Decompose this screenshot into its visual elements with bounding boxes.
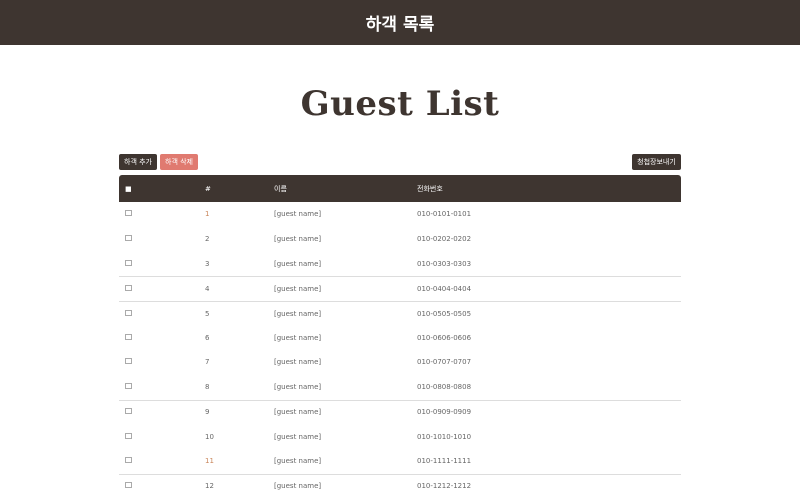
row-checkbox[interactable] — [125, 432, 132, 441]
row-checkbox[interactable] — [125, 408, 132, 416]
table-row[interactable]: 7 [guest name] 010-0707-0707 — [119, 350, 681, 375]
row-phone: 010-0909-0909 — [417, 408, 472, 417]
table-header: ■ # 이름 전화번호 — [119, 175, 681, 202]
row-phone: 010-0606-0606 — [417, 333, 472, 342]
table-row[interactable]: 1 [guest name] 010-0101-0101 — [119, 202, 681, 227]
row-num: 12 — [205, 482, 214, 491]
row-name: [guest name] — [274, 482, 322, 491]
row-num: 3 — [205, 259, 210, 268]
table-row[interactable]: 9 [guest name] 010-0909-0909 — [119, 399, 681, 425]
row-num: 6 — [205, 333, 210, 342]
table-row[interactable]: 2 [guest name] 010-0202-0202 — [119, 227, 681, 252]
row-name: [guest name] — [274, 358, 322, 367]
row-name: [guest name] — [274, 284, 322, 293]
row-name: [guest name] — [274, 432, 322, 441]
row-checkbox[interactable] — [125, 284, 132, 293]
select-all-checkbox[interactable]: ■ — [125, 185, 132, 193]
row-name: [guest name] — [274, 259, 322, 268]
row-name: [guest name] — [274, 408, 322, 417]
table-row[interactable]: 8 [guest name] 010-0808-0808 — [119, 375, 681, 400]
row-phone: 010-0101-0101 — [417, 210, 472, 219]
row-name: [guest name] — [274, 309, 322, 318]
row-phone: 010-0505-0505 — [417, 309, 472, 318]
row-num: 9 — [205, 408, 210, 417]
row-name: [guest name] — [274, 333, 322, 342]
row-checkbox[interactable] — [125, 482, 132, 490]
row-checkbox[interactable] — [125, 259, 132, 268]
row-checkbox[interactable] — [125, 333, 132, 342]
header-num: # — [205, 184, 211, 193]
row-num: 1 — [205, 210, 210, 219]
header-title: 하객 목록 — [365, 15, 435, 35]
row-phone: 010-0808-0808 — [417, 383, 472, 392]
delete-guest-button[interactable]: 하객 삭제 — [160, 154, 198, 170]
row-phone: 010-1212-1212 — [417, 482, 472, 491]
row-name: [guest name] — [274, 210, 322, 219]
table-row[interactable]: 6 [guest name] 010-0606-0606 — [119, 325, 681, 350]
row-phone: 010-0707-0707 — [417, 358, 472, 367]
app-header: 하객 목록 — [0, 0, 800, 45]
row-checkbox[interactable] — [125, 358, 132, 366]
table-row[interactable]: 5 [guest name] 010-0505-0505 — [119, 300, 681, 326]
row-checkbox[interactable] — [125, 309, 132, 318]
table-row[interactable]: 12 [guest name] 010-1212-1212 — [119, 473, 681, 499]
table-row[interactable]: 10 [guest name] 010-1010-1010 — [119, 424, 681, 449]
row-num: 8 — [205, 383, 210, 392]
send-invitation-button[interactable]: 청첩장보내기 — [632, 154, 681, 170]
row-phone: 010-1111-1111 — [417, 457, 472, 466]
row-num: 7 — [205, 358, 210, 367]
row-name: [guest name] — [274, 457, 322, 466]
row-num: 2 — [205, 235, 210, 244]
row-name: [guest name] — [274, 383, 322, 392]
row-num: 11 — [205, 457, 214, 466]
row-name: [guest name] — [274, 235, 322, 244]
page-title: Guest List — [300, 84, 500, 124]
row-num: 4 — [205, 284, 210, 293]
row-checkbox[interactable] — [125, 210, 132, 218]
add-guest-button[interactable]: 하객 추가 — [119, 154, 157, 170]
row-num: 5 — [205, 309, 210, 318]
table-row[interactable]: 3 [guest name] 010-0303-0303 — [119, 251, 681, 276]
row-phone: 010-0404-0404 — [417, 284, 472, 293]
row-phone: 010-1010-1010 — [417, 432, 472, 441]
row-checkbox[interactable] — [125, 457, 132, 465]
row-phone: 010-0303-0303 — [417, 259, 472, 268]
table-row[interactable]: 4 [guest name] 010-0404-0404 — [119, 276, 681, 301]
row-num: 10 — [205, 432, 214, 441]
row-phone: 010-0202-0202 — [417, 235, 472, 244]
header-phone: 전화번호 — [417, 184, 443, 193]
table-row[interactable]: 11 [guest name] 010-1111-1111 — [119, 449, 681, 474]
row-checkbox[interactable] — [125, 235, 132, 243]
header-name: 이름 — [274, 184, 287, 193]
row-checkbox[interactable] — [125, 383, 132, 391]
guest-table: ■ # 이름 전화번호 1 [guest name] 010-0101-0101… — [119, 175, 681, 498]
